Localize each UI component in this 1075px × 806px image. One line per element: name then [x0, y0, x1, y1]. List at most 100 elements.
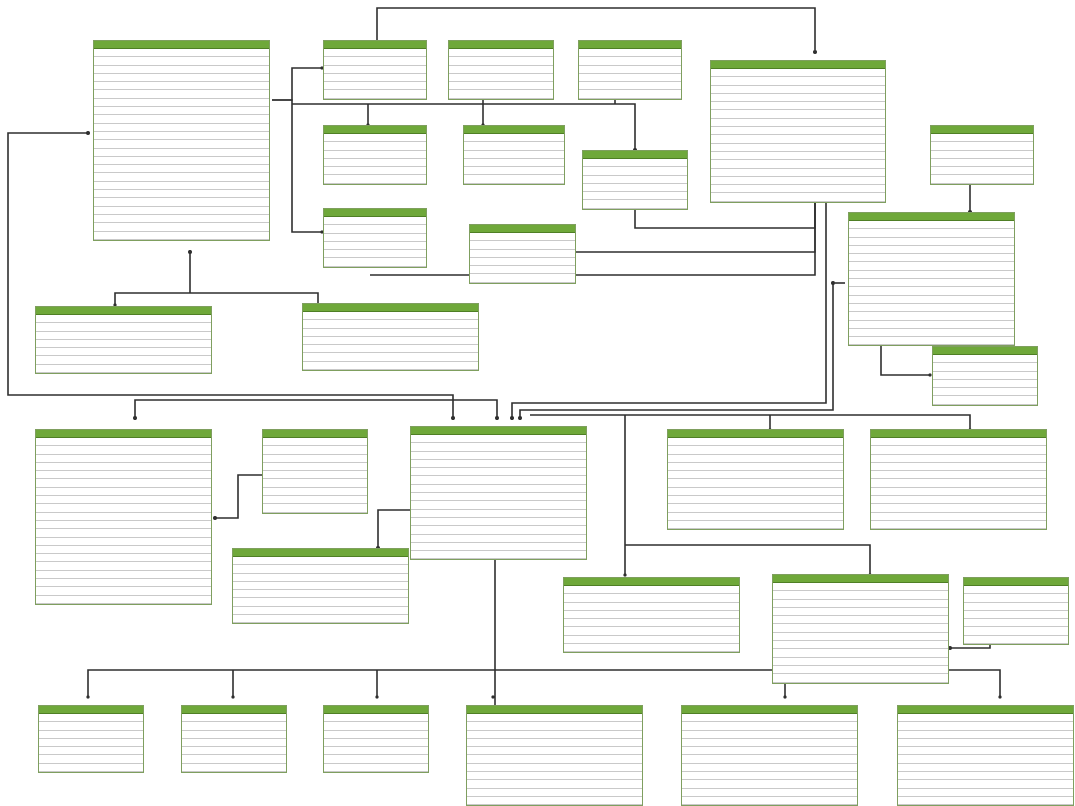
entity-column-row [233, 607, 408, 616]
entity-column-row [324, 234, 426, 242]
entity-header [579, 41, 681, 49]
entity-column-row [579, 49, 681, 58]
entity-column-row [849, 312, 1014, 321]
entity-column-row [94, 57, 269, 66]
entity-column-row [94, 49, 269, 58]
entity-column-row [898, 797, 1073, 806]
entity-column-row [711, 144, 885, 152]
entity-column-row [94, 124, 269, 132]
entity-column-row [467, 797, 642, 806]
entity-column-row [711, 177, 885, 186]
entity-column-row [324, 167, 426, 176]
entity-column-row [449, 90, 553, 99]
entity-column-row [773, 600, 948, 608]
entity-column-row [579, 66, 681, 74]
entity-column-row [711, 69, 885, 78]
entity-column-row [303, 320, 478, 329]
entity-column-row [871, 455, 1046, 463]
entity-column-row [94, 99, 269, 108]
entity-column-row [871, 438, 1046, 447]
entity-column-row [711, 135, 885, 144]
entity-column-row [94, 149, 269, 157]
entity-table [772, 574, 949, 684]
entity-column-row [931, 167, 1033, 176]
entity-column-row [682, 772, 857, 781]
entity-column-row [849, 337, 1014, 346]
entity-column-row [711, 152, 885, 161]
entity-column-row [324, 134, 426, 143]
entity-header [711, 61, 885, 69]
entity-column-row [182, 739, 286, 748]
entity-column-row [682, 755, 857, 764]
entity-column-row [464, 175, 564, 184]
entity-column-row [579, 57, 681, 66]
entity-column-row [711, 185, 885, 194]
entity-column-row [411, 476, 586, 485]
entity-column-row [94, 74, 269, 83]
entity-column-row [682, 739, 857, 748]
entity-column-row [467, 789, 642, 797]
entity-column-row [449, 57, 553, 66]
entity-column-row [411, 501, 586, 510]
entity-column-row [871, 504, 1046, 513]
entity-table [262, 429, 368, 514]
entity-column-row [849, 287, 1014, 296]
entity-column-row [324, 755, 428, 764]
entity-column-row [36, 356, 211, 365]
entity-column-row [94, 132, 269, 141]
entity-column-row [711, 86, 885, 94]
entity-column-row [711, 119, 885, 128]
entity-column-row [324, 242, 426, 251]
entity-column-row [324, 82, 426, 91]
entity-column-row [564, 636, 739, 645]
entity-column-row [773, 666, 948, 675]
entity-column-row [470, 250, 575, 258]
entity-column-row [94, 223, 269, 232]
entity-column-row [182, 755, 286, 764]
entity-column-row [773, 674, 948, 683]
entity-column-row [682, 722, 857, 731]
entity-column-row [411, 435, 586, 444]
entity-table [469, 224, 576, 284]
entity-column-row [682, 789, 857, 797]
entity-column-row [36, 587, 211, 596]
entity-column-row [711, 169, 885, 177]
entity-column-row [931, 175, 1033, 184]
entity-column-row [871, 463, 1046, 472]
entity-column-row [773, 658, 948, 666]
entity-table [302, 303, 479, 372]
entity-column-row [898, 780, 1073, 789]
entity-column-row [933, 380, 1037, 389]
entity-table [681, 705, 858, 806]
entity-column-row [871, 513, 1046, 521]
entity-column-row [470, 233, 575, 242]
entity-column-row [39, 722, 143, 731]
entity-table [578, 40, 682, 100]
entity-column-row [324, 175, 426, 184]
entity-column-row [36, 315, 211, 324]
entity-column-row [564, 627, 739, 636]
entity-header [682, 706, 857, 714]
entity-column-row [931, 134, 1033, 143]
entity-column-row [564, 586, 739, 595]
entity-table [35, 306, 212, 375]
entity-column-row [711, 127, 885, 136]
entity-column-row [182, 764, 286, 773]
entity-column-row [849, 296, 1014, 304]
entity-column-row [668, 513, 843, 521]
entity-table [930, 125, 1034, 185]
entity-column-row [94, 182, 269, 191]
entity-column-row [94, 173, 269, 182]
entity-column-row [464, 159, 564, 168]
entity-column-row [583, 184, 687, 193]
entity-table [563, 577, 740, 654]
entity-column-row [182, 731, 286, 739]
entity-header [324, 706, 428, 714]
entity-column-row [964, 594, 1068, 603]
entity-column-row [467, 731, 642, 739]
entity-column-row [182, 722, 286, 731]
entity-column-row [964, 603, 1068, 611]
entity-column-row [36, 554, 211, 563]
entity-column-row [233, 598, 408, 607]
entity-column-row [579, 82, 681, 91]
